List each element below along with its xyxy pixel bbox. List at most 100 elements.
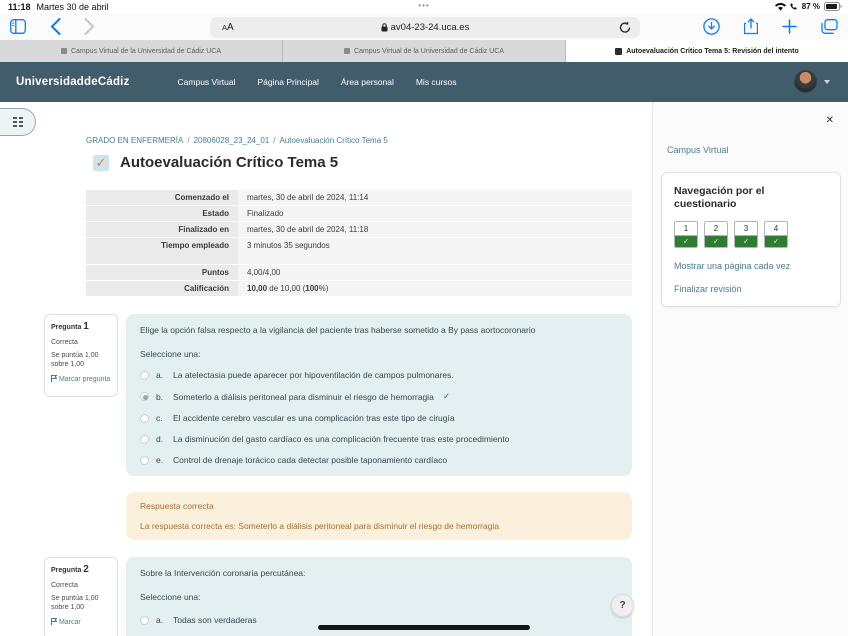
table-row: Estado Finalizado [86, 206, 632, 222]
back-button[interactable] [50, 18, 61, 35]
option-letter: d. [156, 434, 166, 444]
breadcrumb-separator: / [273, 136, 275, 145]
option-letter: c. [156, 413, 166, 423]
summary-value: martes, 30 de abril de 2024, 11:14 [238, 190, 632, 205]
option-letter: e. [156, 455, 166, 465]
flag-question-link[interactable]: Marcar pregunta [51, 375, 111, 385]
option-letter: a. [156, 370, 166, 380]
phone-in-use-icon [790, 3, 798, 11]
reload-button[interactable] [619, 21, 631, 34]
option-a[interactable]: a. Todas son verdaderas [140, 615, 618, 625]
status-menu-dots-icon: ••• [418, 1, 429, 10]
forward-button[interactable] [84, 18, 95, 35]
finish-review-link[interactable]: Finalizar revisión [674, 284, 828, 294]
help-button[interactable]: ? [611, 594, 634, 617]
breadcrumb-course[interactable]: 20806028_23_24_01 [194, 136, 270, 145]
radio-button[interactable] [140, 616, 149, 625]
feedback-text: La respuesta correcta es: Someterlo a di… [140, 521, 618, 531]
nav-item-campus-virtual[interactable]: Campus Virtual [178, 77, 236, 87]
question-nav-number: 1 [675, 222, 697, 236]
tab-favicon [615, 48, 622, 55]
correct-check-icon: ✓ [443, 391, 450, 402]
table-row: Puntos 4,00/4,00 [86, 265, 632, 281]
close-icon[interactable]: ✕ [826, 116, 834, 126]
table-row: Calificación 10,00 de 10,00 (100%) [86, 281, 632, 297]
tab-title: Campus Virtual de la Universidad de Cádi… [354, 48, 504, 55]
tab-autoevaluacion-active[interactable]: Autoevaluación Crítico Tema 5: Revisión … [566, 40, 848, 62]
option-d[interactable]: d. La disminución del gasto cardíaco es … [140, 434, 618, 444]
question-text: Elige la opción falsa respecto a la vigi… [140, 325, 618, 336]
address-bar[interactable]: AA av04-23-24.uca.es [210, 17, 640, 38]
campus-virtual-link[interactable]: Campus Virtual [667, 145, 728, 155]
summary-value: Finalizado [238, 206, 632, 221]
question-nav-button-3[interactable]: 3 [734, 221, 758, 248]
question-text: Sobre la Intervención coronaria percután… [140, 568, 618, 579]
question-nav-number: 2 [705, 222, 727, 236]
nav-item-area-personal[interactable]: Área personal [341, 77, 394, 87]
battery-percent: 87 % [802, 2, 820, 11]
question-1: Pregunta 1 Correcta Se puntúa 1,00 sobre… [44, 314, 632, 476]
sidebar-toggle-icon[interactable] [10, 19, 26, 34]
uca-logo[interactable]: UniversidaddeCádiz [16, 76, 130, 88]
share-button[interactable] [744, 18, 758, 35]
quiz-navigation-title: Navegación por el cuestionario [674, 185, 828, 211]
option-b-selected[interactable]: b. Someterlo a diálisis peritoneal para … [140, 391, 618, 402]
summary-label: Estado [86, 206, 238, 221]
option-text: La disminución del gasto cardíaco es una… [173, 434, 509, 444]
quiz-navigation-panel: ✕ Campus Virtual Navegación por el cuest… [652, 102, 848, 636]
reader-text-size-button[interactable]: AA [222, 22, 234, 33]
question-1-body: Elige la opción falsa respecto a la vigi… [126, 314, 632, 476]
radio-button[interactable] [140, 414, 149, 423]
status-bar: 11:18 Martes 30 de abril ••• 87 % [0, 0, 848, 14]
flag-label: Marcar pregunta [59, 376, 110, 383]
summary-value: martes, 30 de abril de 2024, 11:18 [238, 222, 632, 237]
radio-button[interactable] [140, 371, 149, 380]
tab-campus-virtual-2[interactable]: Campus Virtual de la Universidad de Cádi… [283, 40, 566, 62]
course-index-drawer-toggle[interactable] [0, 108, 36, 136]
tab-favicon [61, 48, 67, 54]
show-one-page-link[interactable]: Mostrar una página cada vez [674, 261, 828, 271]
question-points: Se puntúa 1,00 sobre 1,00 [51, 595, 111, 613]
answer-prompt: Seleccione una: [140, 592, 618, 602]
summary-label: Comenzado el [86, 190, 238, 205]
nav-item-mis-cursos[interactable]: Mis cursos [416, 77, 457, 87]
url-text: av04-23-24.uca.es [391, 22, 470, 33]
tab-favicon [344, 48, 350, 54]
radio-button-selected[interactable] [140, 392, 149, 401]
new-tab-button[interactable] [782, 19, 797, 34]
summary-label: Calificación [86, 281, 238, 296]
question-correct-check-icon [735, 236, 757, 247]
feedback-title: Respuesta correcta [140, 501, 618, 511]
flag-question-link[interactable]: Marcar [51, 618, 111, 628]
breadcrumb-degree[interactable]: GRADO EN ENFERMERÍA [86, 136, 183, 145]
downloads-button[interactable] [703, 18, 720, 35]
question-1-info: Pregunta 1 Correcta Se puntúa 1,00 sobre… [44, 314, 118, 397]
user-menu[interactable] [794, 70, 830, 93]
home-indicator[interactable] [318, 625, 530, 630]
option-text: La atelectasia puede aparecer por hipove… [173, 370, 454, 380]
radio-button[interactable] [140, 456, 149, 465]
question-nav-number: 4 [765, 222, 787, 236]
summary-value: 4,00/4,00 [238, 265, 632, 280]
tabs-overview-button[interactable] [821, 19, 838, 34]
tab-bar: Campus Virtual de la Universidad de Cádi… [0, 40, 848, 62]
option-text: Todas son verdaderas [173, 615, 257, 625]
question-nav-button-2[interactable]: 2 [704, 221, 728, 248]
option-letter: a. [156, 615, 166, 625]
tab-campus-virtual-1[interactable]: Campus Virtual de la Universidad de Cádi… [0, 40, 283, 62]
option-c[interactable]: c. El accidente cerebro vascular es una … [140, 413, 618, 423]
breadcrumb-quiz[interactable]: Autoevaluación Crítico Tema 5 [279, 136, 387, 145]
tab-title: Campus Virtual de la Universidad de Cádi… [71, 48, 221, 55]
status-date: Martes 30 de abril [37, 2, 109, 12]
avatar[interactable] [794, 70, 817, 93]
question-nav-button-4[interactable]: 4 [764, 221, 788, 248]
nav-item-pagina-principal[interactable]: Página Principal [257, 77, 318, 87]
question-nav-button-1[interactable]: 1 [674, 221, 698, 248]
option-a[interactable]: a. La atelectasia puede aparecer por hip… [140, 370, 618, 380]
summary-label: Tiempo empleado [86, 238, 238, 264]
summary-value: 3 minutos 35 segundos [238, 238, 632, 264]
option-e[interactable]: e. Control de drenaje torácico cada dete… [140, 455, 618, 465]
question-number: Pregunta 1 [51, 321, 111, 334]
table-row: Finalizado en martes, 30 de abril de 202… [86, 222, 632, 238]
radio-button[interactable] [140, 435, 149, 444]
